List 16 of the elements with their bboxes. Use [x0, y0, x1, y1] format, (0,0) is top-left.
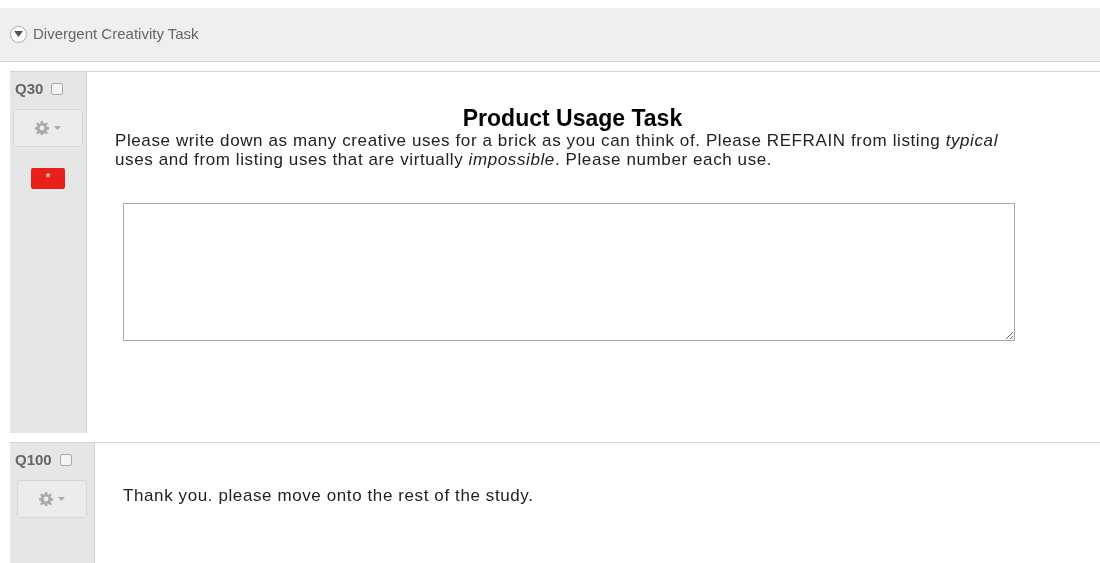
- settings-dropdown-button[interactable]: [13, 108, 83, 147]
- collapse-toggle-icon[interactable]: [10, 26, 27, 43]
- question-title: Product Usage Task: [461, 105, 684, 131]
- settings-dropdown-button[interactable]: [17, 479, 87, 518]
- block-title: Divergent Creativity Task: [33, 24, 199, 45]
- question-checkbox[interactable]: [51, 83, 64, 96]
- question-text: Thank you. please move onto the rest of the study.: [123, 485, 535, 507]
- question-number: Q100: [15, 450, 52, 470]
- question-number: Q30: [15, 79, 44, 99]
- caret-icon: [54, 125, 61, 130]
- question-checkbox[interactable]: [59, 454, 72, 467]
- settings-icon: [35, 120, 49, 135]
- question-text: Please write down as many creative uses for a brick as you can think of. Please REFRAIN from listing typical uses and from listing uses that are virtually impossible. Please number each use.: [115, 131, 1000, 169]
- caret-icon: [58, 496, 65, 501]
- required-badge: *: [31, 167, 65, 189]
- settings-icon: [39, 491, 53, 506]
